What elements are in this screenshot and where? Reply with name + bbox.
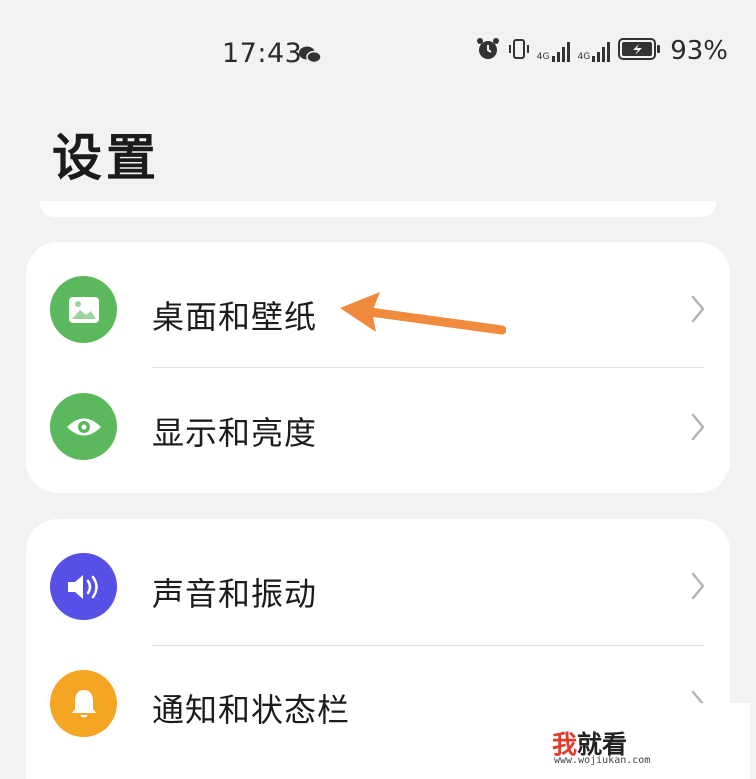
chevron-right-icon — [690, 412, 706, 446]
watermark: 我就看 www.wojiukan.com — [540, 703, 750, 779]
settings-item-sound-vibration[interactable]: 声音和振动 — [26, 527, 730, 645]
page-title: 设置 — [52, 129, 160, 187]
alarm-icon — [475, 36, 501, 66]
bell-icon — [50, 670, 117, 737]
battery-icon — [618, 38, 662, 64]
eye-icon — [50, 393, 117, 460]
image-icon — [50, 276, 117, 343]
settings-item-label: 通知和状态栏 — [152, 691, 351, 729]
settings-item-label: 声音和振动 — [152, 575, 318, 613]
speaker-icon — [50, 553, 117, 620]
signal-icon: 4G — [537, 40, 572, 62]
scrolled-card-edge — [40, 201, 716, 217]
chevron-right-icon — [690, 571, 706, 605]
arrow-annotation-icon — [336, 290, 507, 344]
vibrate-icon — [507, 37, 531, 65]
settings-item-display-brightness[interactable]: 显示和亮度 — [26, 368, 730, 486]
watermark-url: www.wojiukan.com — [554, 755, 651, 766]
settings-item-label: 显示和亮度 — [152, 414, 318, 452]
chevron-right-icon — [690, 294, 706, 328]
signal-icon-2: 4G — [578, 40, 613, 62]
wechat-icon — [298, 45, 322, 69]
status-bar: 17:43 4G 4G 93% — [0, 30, 756, 80]
status-icons: 4G 4G 93% — [475, 36, 728, 66]
battery-percent: 93% — [670, 36, 728, 66]
status-time: 17:43 — [222, 38, 303, 69]
settings-item-label: 桌面和壁纸 — [152, 298, 318, 336]
settings-group-display: 桌面和壁纸 显示和亮度 — [26, 242, 730, 493]
